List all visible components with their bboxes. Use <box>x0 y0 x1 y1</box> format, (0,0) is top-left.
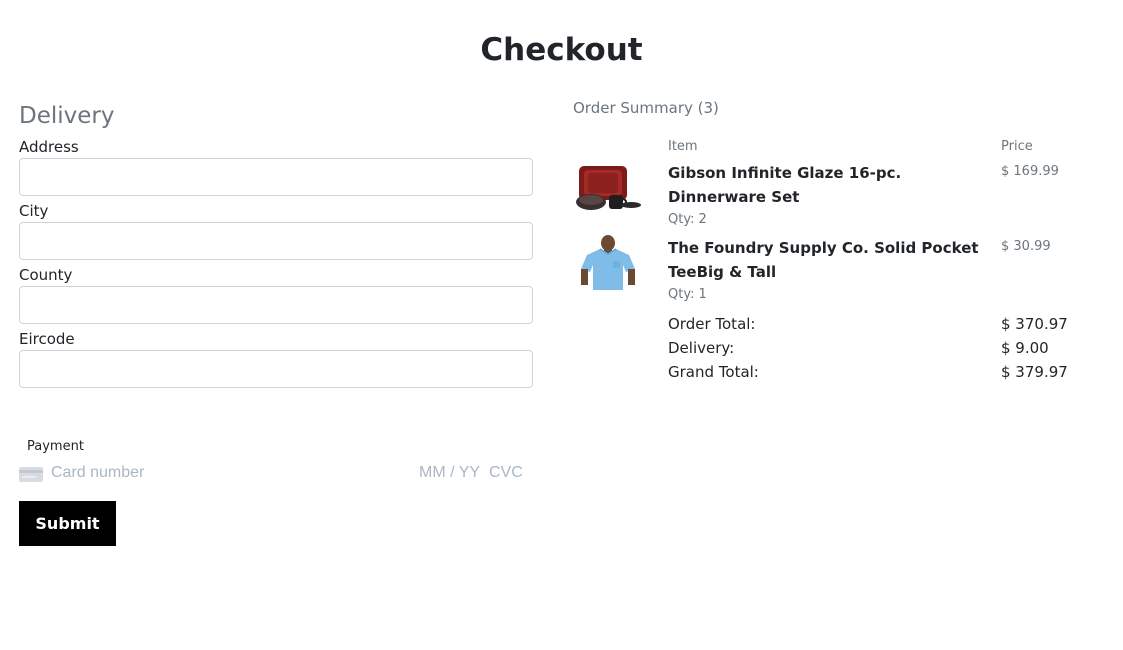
city-label: City <box>19 202 49 220</box>
card-expiry-field[interactable]: MM / YY <box>419 464 480 482</box>
county-label: County <box>19 266 73 284</box>
card-element[interactable]: Card number MM / YY CVC <box>19 462 529 486</box>
product-price: $ 30.99 <box>1001 239 1051 254</box>
order-total-label: Order Total: <box>668 315 756 333</box>
product-price: $ 169.99 <box>1001 164 1059 179</box>
delivery-cost-label: Delivery: <box>668 339 735 357</box>
qty-label: Qty: <box>668 212 695 227</box>
product-qty: Qty: 1 <box>668 287 707 302</box>
dinnerware-set-image <box>576 166 641 210</box>
eircode-label: Eircode <box>19 330 75 348</box>
product-qty: Qty: 2 <box>668 212 707 227</box>
county-input[interactable] <box>19 286 533 324</box>
grand-total-label: Grand Total: <box>668 363 759 381</box>
address-label: Address <box>19 138 79 156</box>
address-input[interactable] <box>19 158 533 196</box>
qty-value: 2 <box>698 212 707 227</box>
qty-value: 1 <box>698 287 707 302</box>
card-number-field[interactable]: Card number <box>51 464 144 482</box>
credit-card-icon <box>19 467 43 482</box>
item-column-header: Item <box>668 139 698 154</box>
order-total-value: $ 370.97 <box>1001 315 1068 333</box>
delivery-heading: Delivery <box>19 103 115 129</box>
order-summary-title: Order Summary (3) <box>573 99 719 117</box>
price-column-header: Price <box>1001 139 1033 154</box>
product-name: The Foundry Supply Co. Solid Pocket TeeB… <box>668 239 979 281</box>
qty-label: Qty: <box>668 287 695 302</box>
blue-tshirt-image <box>581 235 635 290</box>
city-input[interactable] <box>19 222 533 260</box>
eircode-input[interactable] <box>19 350 533 388</box>
grand-total-value: $ 379.97 <box>1001 363 1068 381</box>
submit-button[interactable]: Submit <box>19 501 116 546</box>
page-title: Checkout <box>480 32 643 68</box>
payment-label: Payment <box>27 439 84 454</box>
card-cvc-field[interactable]: CVC <box>489 464 523 482</box>
delivery-cost-value: $ 9.00 <box>1001 339 1049 357</box>
product-name: Gibson Infinite Glaze 16-pc. Dinnerware … <box>668 164 902 206</box>
delivery-form: Delivery Address City County Eircode <box>19 100 533 394</box>
